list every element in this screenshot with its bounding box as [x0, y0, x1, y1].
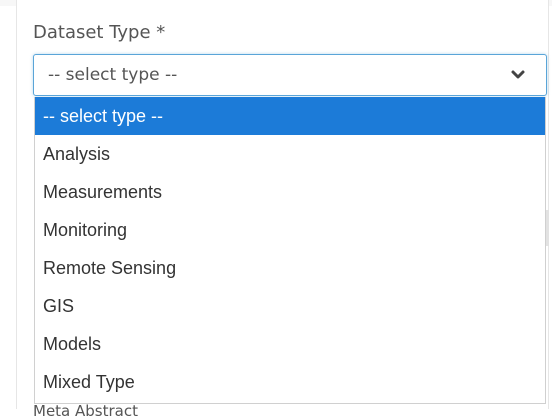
option-monitoring[interactable]: Monitoring: [35, 211, 545, 249]
select-current-value: -- select type --: [48, 65, 178, 85]
meta-abstract-label: Meta Abstract: [33, 402, 138, 420]
option-analysis[interactable]: Analysis: [35, 135, 545, 173]
chevron-down-icon: [510, 67, 526, 83]
option-measurements[interactable]: Measurements: [35, 173, 545, 211]
underlying-field-edge: [546, 210, 549, 246]
option-models[interactable]: Models: [35, 325, 545, 363]
dataset-type-select[interactable]: -- select type --: [33, 54, 547, 96]
dataset-type-label: Dataset Type *: [33, 22, 166, 43]
dataset-type-options-list: -- select type -- Analysis Measurements …: [34, 97, 546, 404]
option-gis[interactable]: GIS: [35, 287, 545, 325]
option-remote-sensing[interactable]: Remote Sensing: [35, 249, 545, 287]
option-mixed-type[interactable]: Mixed Type: [35, 363, 545, 401]
option-select-type[interactable]: -- select type --: [35, 97, 545, 135]
